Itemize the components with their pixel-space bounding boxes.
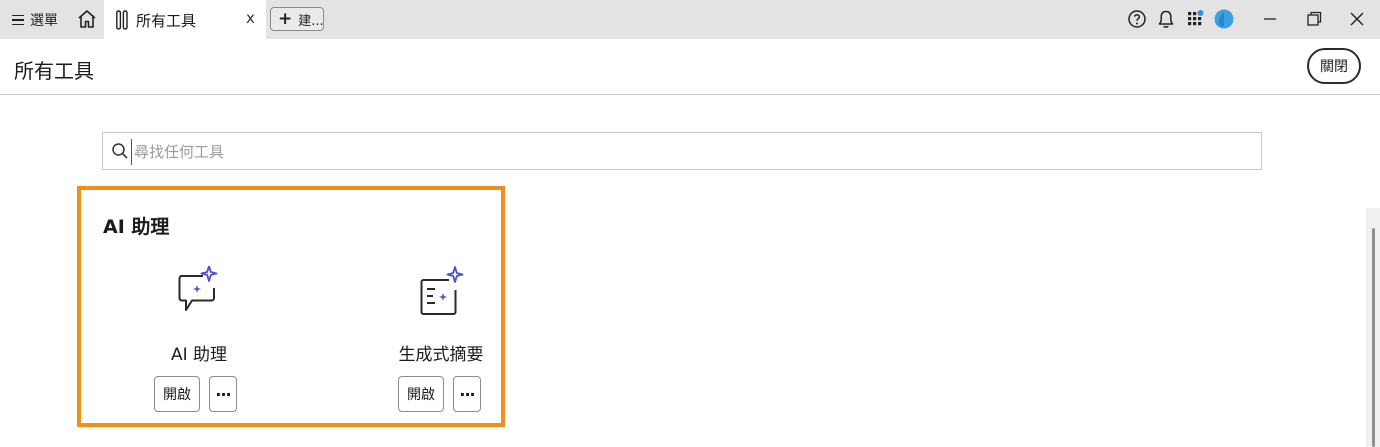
title-bar: 選單 所有工具 x + 建... xyxy=(0,0,1380,39)
menu-button[interactable]: 選單 xyxy=(12,9,58,31)
hamburger-icon xyxy=(12,14,24,26)
tool-label: AI 助理 xyxy=(170,345,228,365)
restore-icon[interactable] xyxy=(1303,8,1325,30)
tab-close-button[interactable]: x xyxy=(246,9,255,27)
section-title: AI 助理 xyxy=(103,216,170,238)
avatar[interactable] xyxy=(1213,8,1235,30)
search-icon xyxy=(112,143,128,159)
generative-summary-doc-sparkle-icon xyxy=(420,266,464,315)
apps-grid-icon[interactable] xyxy=(1186,9,1206,29)
search-box xyxy=(102,132,1262,170)
new-tab-label: 建... xyxy=(298,13,324,29)
open-button[interactable]: 開啟 xyxy=(154,376,200,412)
tool-generative-summary: 生成式摘要 開啟 ··· xyxy=(341,266,541,416)
help-icon[interactable] xyxy=(1127,9,1147,29)
search-input[interactable] xyxy=(131,139,1236,165)
close-button[interactable]: 關閉 xyxy=(1307,48,1361,84)
tool-ai-assistant: AI 助理 開啟 ··· xyxy=(99,266,299,416)
ai-assistant-chat-sparkle-icon xyxy=(178,266,218,311)
more-options-button[interactable]: ··· xyxy=(453,376,481,412)
tab-all-tools[interactable]: 所有工具 x xyxy=(104,0,266,39)
plus-icon: + xyxy=(278,8,293,29)
ai-assistant-section: AI 助理 AI 助理 開啟 ··· 生成式摘要 開啟 ··· xyxy=(77,186,505,427)
more-options-button[interactable]: ··· xyxy=(209,376,237,412)
page-header: 所有工具 關閉 xyxy=(0,39,1380,95)
tab-label: 所有工具 xyxy=(136,12,197,30)
close-window-icon[interactable] xyxy=(1346,8,1368,30)
new-tab-button[interactable]: + 建... xyxy=(270,7,324,31)
home-icon[interactable] xyxy=(76,8,98,30)
menu-label: 選單 xyxy=(30,13,58,29)
page-title: 所有工具 xyxy=(14,59,94,83)
bell-icon[interactable] xyxy=(1156,9,1176,29)
tools-tab-icon xyxy=(116,10,128,30)
open-button[interactable]: 開啟 xyxy=(398,376,444,412)
minimize-icon[interactable] xyxy=(1259,8,1281,30)
scrollbar-thumb[interactable] xyxy=(1372,228,1375,447)
tool-label: 生成式摘要 xyxy=(398,345,484,365)
